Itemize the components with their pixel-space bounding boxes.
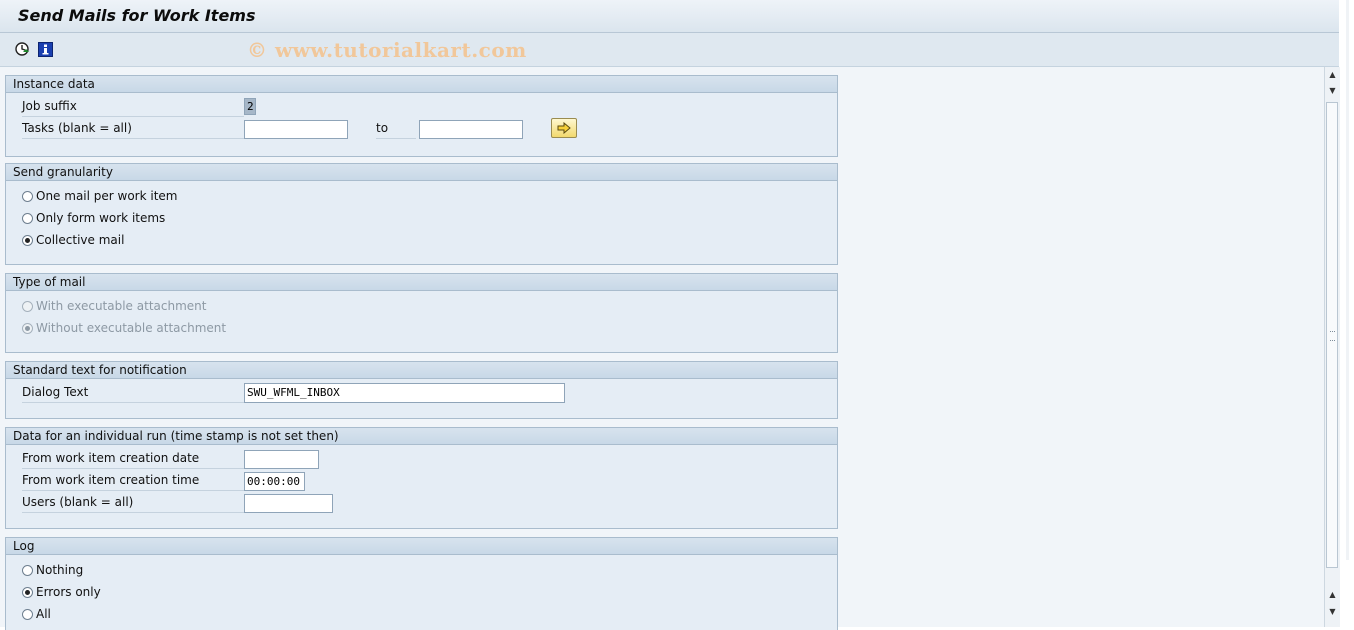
group-send-granularity: Send granularity One mail per work item … xyxy=(5,163,838,265)
dialog-text-input[interactable]: SWU_WFML_INBOX xyxy=(244,383,565,403)
radio-log-errors-only[interactable]: Errors only xyxy=(22,582,101,602)
users-label: Users (blank = all) xyxy=(22,493,244,513)
scroll-up-bottom-icon[interactable]: ▲ xyxy=(1327,589,1338,601)
execute-clock-icon[interactable] xyxy=(14,41,30,57)
radio-log-all[interactable]: All xyxy=(22,604,51,624)
selection-screen: Instance data Job suffix 2 Tasks (blank … xyxy=(0,67,1324,630)
job-suffix-field: 2 xyxy=(244,98,256,115)
radio-label: One mail per work item xyxy=(36,189,178,203)
group-title-log: Log xyxy=(6,538,837,555)
group-title-mail-type: Type of mail xyxy=(6,274,837,291)
page-title: Send Mails for Work Items xyxy=(18,6,256,25)
tasks-label: Tasks (blank = all) xyxy=(22,119,244,139)
radio-circle xyxy=(22,300,33,312)
scrollbar-thumb[interactable] xyxy=(1326,102,1338,568)
watermark: © www.tutorialkart.com xyxy=(247,38,527,62)
radio-circle xyxy=(22,212,33,224)
dialog-text-label: Dialog Text xyxy=(22,383,244,403)
from-time-input[interactable]: 00:00:00 xyxy=(244,472,305,491)
group-type-of-mail: Type of mail With executable attachment … xyxy=(5,273,838,353)
radio-label: Collective mail xyxy=(36,233,125,247)
job-suffix-label: Job suffix xyxy=(22,97,244,117)
application-toolbar: © www.tutorialkart.com xyxy=(0,33,1339,67)
radio-without-attachment: Without executable attachment xyxy=(22,318,226,338)
radio-label: Without executable attachment xyxy=(36,321,227,335)
group-title-individual-run: Data for an individual run (time stamp i… xyxy=(6,428,837,445)
group-standard-text: Standard text for notification Dialog Te… xyxy=(5,361,838,419)
radio-circle-selected xyxy=(22,234,33,246)
radio-label: Only form work items xyxy=(36,211,166,225)
radio-label: Errors only xyxy=(36,585,101,599)
scroll-up-top-icon[interactable]: ▲ xyxy=(1327,69,1338,81)
grip-icon xyxy=(1330,331,1335,341)
vertical-scrollbar[interactable]: ▲ ▼ ▲ ▼ xyxy=(1324,67,1340,627)
scroll-down-bottom-icon[interactable]: ▼ xyxy=(1327,606,1338,618)
radio-circle xyxy=(22,564,33,576)
tasks-to-input[interactable] xyxy=(419,120,523,139)
radio-only-form-items[interactable]: Only form work items xyxy=(22,208,165,228)
radio-with-attachment: With executable attachment xyxy=(22,296,206,316)
info-icon[interactable] xyxy=(37,41,53,57)
radio-one-mail-per-item[interactable]: One mail per work item xyxy=(22,186,178,206)
radio-circle-selected xyxy=(22,322,33,334)
from-date-label: From work item creation date xyxy=(22,449,244,469)
title-bar: Send Mails for Work Items xyxy=(0,0,1339,33)
window-edge xyxy=(1340,0,1354,627)
radio-label: With executable attachment xyxy=(36,299,207,313)
group-title-standard-text: Standard text for notification xyxy=(6,362,837,379)
users-input[interactable] xyxy=(244,494,333,513)
multiple-selection-arrow-icon xyxy=(557,122,571,134)
radio-collective-mail[interactable]: Collective mail xyxy=(22,230,124,250)
radio-label: Nothing xyxy=(36,563,84,577)
scroll-down-top-icon[interactable]: ▼ xyxy=(1327,85,1338,97)
tasks-from-input[interactable] xyxy=(244,120,348,139)
radio-label: All xyxy=(36,607,51,621)
tasks-to-label: to xyxy=(376,119,416,139)
window-edge-bar xyxy=(1346,0,1349,560)
group-log: Log Nothing Errors only All xyxy=(5,537,838,630)
group-title-granularity: Send granularity xyxy=(6,164,837,181)
from-time-label: From work item creation time xyxy=(22,471,244,491)
group-instance-data: Instance data Job suffix 2 Tasks (blank … xyxy=(5,75,838,157)
multiple-selection-button[interactable] xyxy=(551,118,577,138)
from-date-input[interactable] xyxy=(244,450,319,469)
radio-log-nothing[interactable]: Nothing xyxy=(22,560,83,580)
radio-circle-selected xyxy=(22,586,33,598)
group-individual-run: Data for an individual run (time stamp i… xyxy=(5,427,838,529)
radio-circle xyxy=(22,190,33,202)
radio-circle xyxy=(22,608,33,620)
group-title-instance: Instance data xyxy=(6,76,837,93)
